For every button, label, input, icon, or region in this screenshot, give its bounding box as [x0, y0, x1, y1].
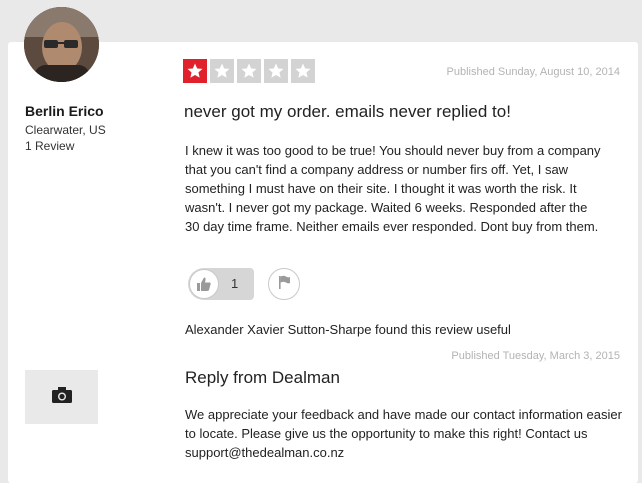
report-button[interactable]	[268, 268, 300, 300]
found-useful-text: Alexander Xavier Sutton-Sharpe found thi…	[185, 322, 511, 337]
reviewer-name[interactable]: Berlin Erico	[25, 103, 104, 119]
useful-button[interactable]: 1	[188, 268, 254, 300]
reply-published-date: Published Tuesday, March 3, 2015	[451, 350, 620, 362]
company-logo	[25, 370, 98, 424]
review-published-date: Published Sunday, August 10, 2014	[446, 66, 621, 78]
reviewer-location: Clearwater, US	[25, 123, 106, 137]
review-body: I knew it was too good to be true! You s…	[185, 143, 601, 234]
reviewer-review-count[interactable]: 1 Review	[25, 139, 74, 153]
star-icon	[291, 59, 315, 83]
star-icon	[210, 59, 234, 83]
reply-title: Reply from Dealman	[185, 368, 340, 387]
reply-body: We appreciate your feedback and have mad…	[185, 407, 622, 460]
review-title: never got my order. emails never replied…	[184, 102, 511, 121]
star-rating	[183, 59, 315, 83]
star-icon	[183, 59, 207, 83]
star-icon	[237, 59, 261, 83]
reviewer-avatar[interactable]	[24, 7, 99, 82]
star-icon	[264, 59, 288, 83]
useful-count: 1	[231, 276, 239, 291]
thumbs-up-icon	[189, 269, 219, 299]
camera-icon	[51, 386, 73, 409]
flag-icon	[276, 274, 292, 295]
